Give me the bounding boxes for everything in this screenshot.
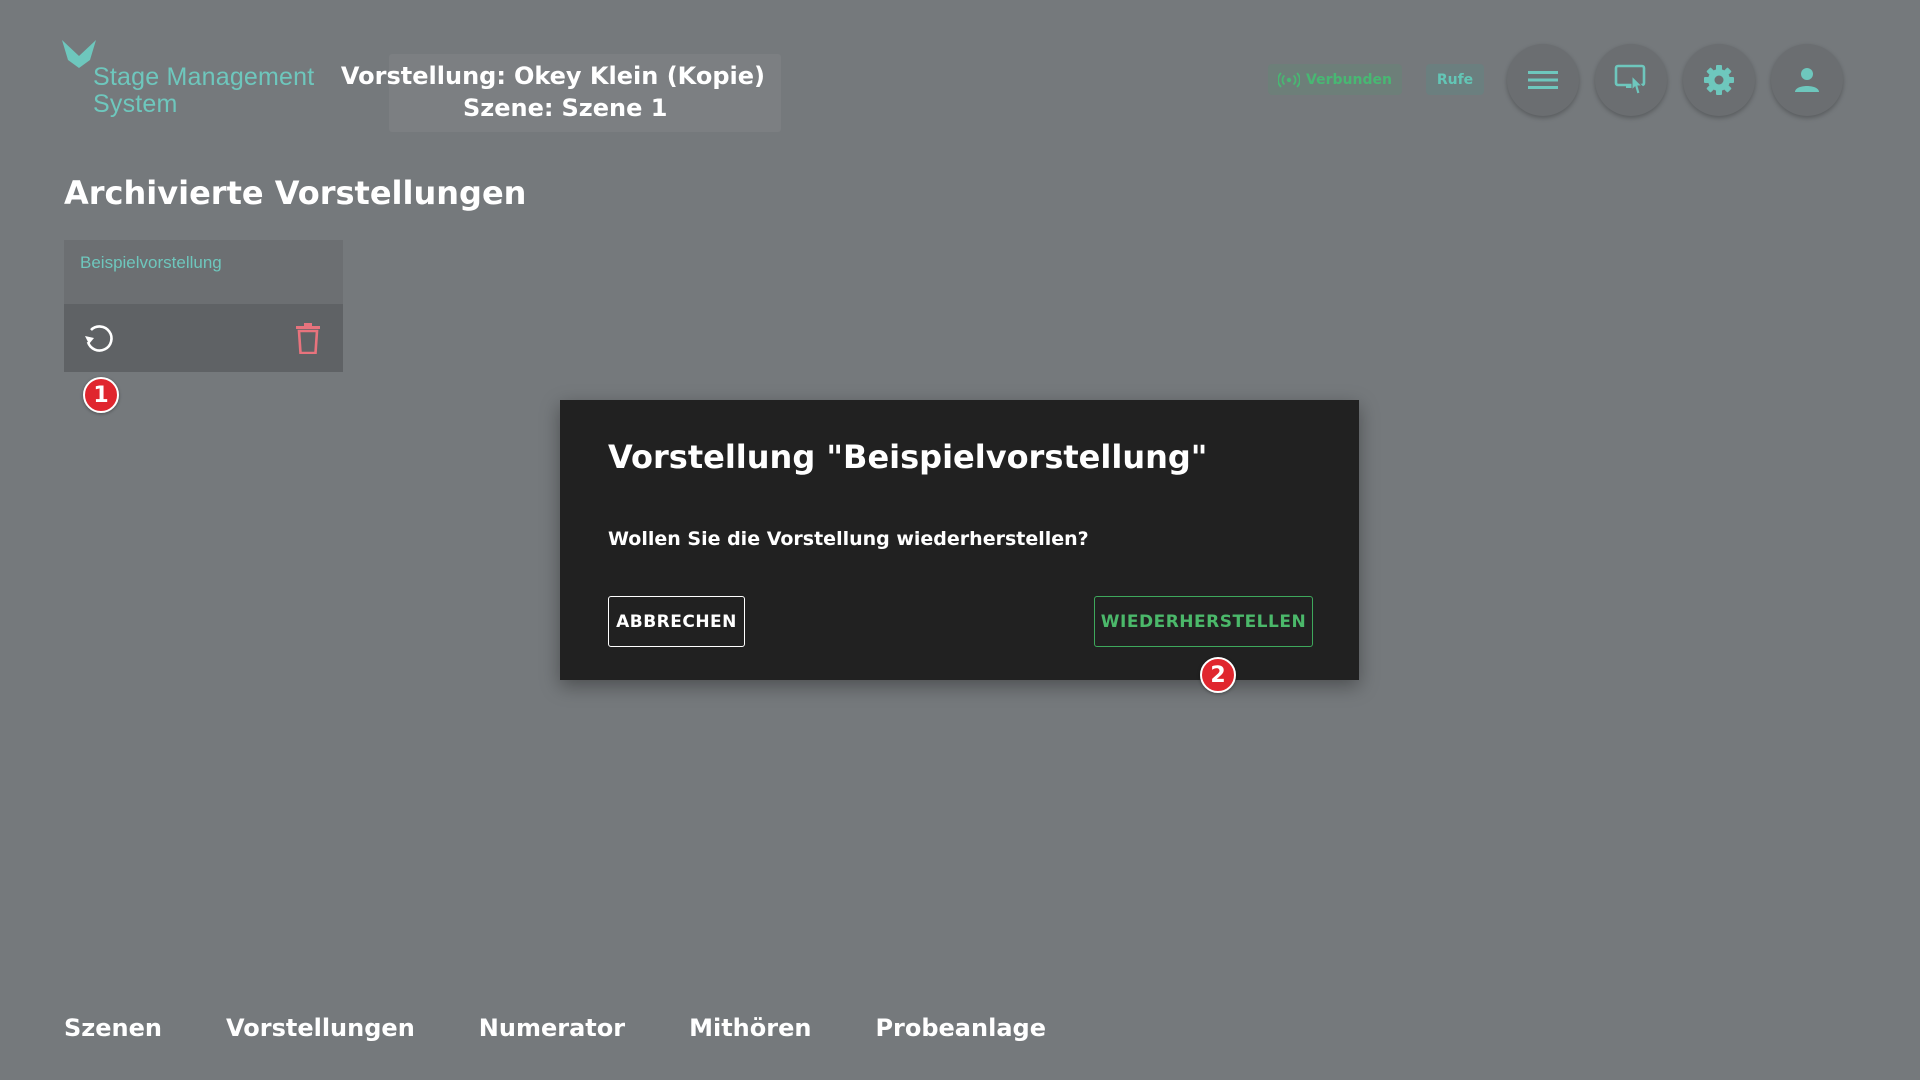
account-button[interactable] — [1771, 44, 1843, 116]
gear-icon — [1704, 65, 1734, 95]
nav-item-mithoeren[interactable]: Mithören — [689, 1014, 811, 1042]
restore-button[interactable]: WIEDERHERSTELLEN — [1094, 596, 1313, 647]
calls-label: Rufe — [1436, 71, 1474, 88]
show-label: Vorstellung: — [340, 62, 506, 90]
restore-icon[interactable] — [82, 322, 116, 356]
logo-text: Stage Management System — [93, 63, 315, 118]
page-title: Archivierte Vorstellungen — [64, 174, 527, 212]
current-scene-line: Szene: Szene 1 — [463, 94, 667, 122]
step-marker-2: 2 — [1200, 657, 1236, 693]
nav-item-szenen[interactable]: Szenen — [64, 1014, 162, 1042]
delete-icon[interactable] — [295, 322, 321, 354]
connection-status-label: Verbunden — [1306, 71, 1392, 88]
broadcast-icon — [1278, 71, 1301, 88]
restore-confirm-dialog: Vorstellung "Beispielvorstellung" Wollen… — [560, 400, 1359, 680]
scene-label: Szene: — [463, 94, 554, 122]
card-actions — [64, 304, 343, 372]
dialog-title: Vorstellung "Beispielvorstellung" — [608, 438, 1208, 476]
menu-icon — [1528, 71, 1558, 89]
connection-status-badge: Verbunden — [1268, 64, 1402, 95]
archived-show-name: Beispielvorstellung — [64, 240, 343, 304]
step-marker-1: 1 — [83, 377, 119, 413]
show-value: Okey Klein (Kopie) — [513, 62, 765, 90]
nav-item-vorstellungen[interactable]: Vorstellungen — [226, 1014, 415, 1042]
bottom-nav: Szenen Vorstellungen Numerator Mithören … — [64, 1014, 1110, 1042]
person-icon — [1795, 68, 1819, 92]
app-logo[interactable]: Stage Management System — [60, 38, 350, 124]
settings-button[interactable] — [1683, 44, 1755, 116]
menu-button[interactable] — [1507, 44, 1579, 116]
nav-item-probeanlage[interactable]: Probeanlage — [875, 1014, 1046, 1042]
dialog-message: Wollen Sie die Vorstellung wiederherstel… — [608, 528, 1089, 550]
archived-show-card: Beispielvorstellung — [64, 240, 343, 372]
nav-item-numerator[interactable]: Numerator — [479, 1014, 625, 1042]
current-show-line: Vorstellung: Okey Klein (Kopie) — [341, 62, 765, 90]
display-button[interactable] — [1595, 44, 1667, 116]
scene-value: Szene 1 — [561, 94, 668, 122]
cancel-button[interactable]: ABBRECHEN — [608, 596, 745, 647]
current-show-info: Vorstellung: Okey Klein (Kopie) Szene: Sze… — [341, 54, 781, 132]
calls-button[interactable]: Rufe — [1426, 64, 1484, 95]
screen-touch-icon — [1614, 64, 1646, 95]
